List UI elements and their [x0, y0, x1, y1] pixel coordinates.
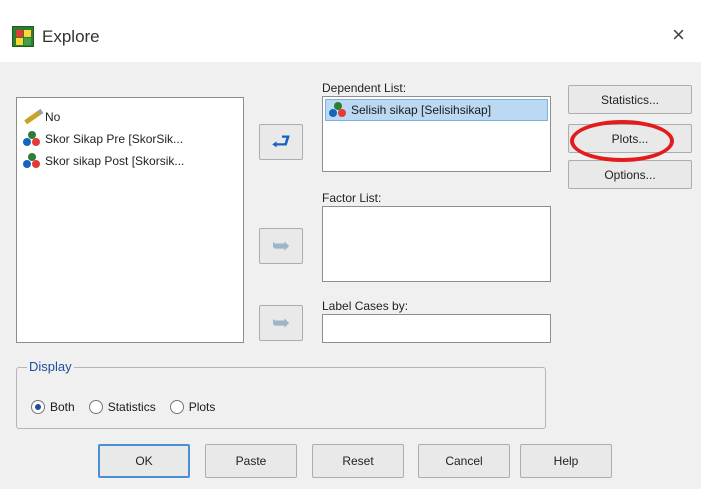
explore-dialog: Explore × No Skor Sikap Pre [SkorSik... … [0, 0, 701, 489]
arrow-right-icon: ➥ [271, 310, 291, 335]
arrow-right-icon: ➥ [271, 233, 291, 258]
variable-label: No [45, 110, 61, 124]
label-cases-label: Label Cases by: [322, 299, 409, 313]
list-item[interactable]: No [17, 106, 243, 128]
display-group-title: Display [27, 359, 74, 374]
variable-label: Skor sikap Post [Skorsik... [45, 154, 185, 168]
arrow-left-icon: ⮐ [271, 129, 291, 154]
scale-icon [329, 102, 347, 118]
display-options: Both Statistics Plots [31, 400, 229, 414]
radio-plots[interactable]: Plots [169, 400, 216, 414]
move-label-button[interactable]: ➥ [259, 305, 303, 341]
label-cases-field[interactable] [322, 314, 551, 343]
radio-button[interactable] [31, 400, 45, 414]
options-button[interactable]: Options... [568, 160, 692, 189]
list-item[interactable]: Skor Sikap Pre [SkorSik... [17, 128, 243, 150]
factor-list-label: Factor List: [322, 191, 382, 205]
paste-button[interactable]: Paste [205, 444, 297, 478]
factor-list[interactable] [322, 206, 551, 282]
window-title: Explore [42, 27, 100, 46]
move-factor-button[interactable]: ➥ [259, 228, 303, 264]
spss-app-icon [12, 26, 34, 47]
variable-label: Skor Sikap Pre [SkorSik... [45, 132, 184, 146]
radio-both[interactable]: Both [31, 400, 75, 414]
ok-button[interactable]: OK [98, 444, 190, 478]
plots-button[interactable]: Plots... [568, 124, 692, 153]
scale-icon [23, 131, 41, 147]
radio-label: Both [50, 400, 75, 414]
dependent-variable-label: Selisih sikap [Selisihsikap] [351, 103, 492, 117]
radio-label: Plots [188, 400, 216, 414]
pencil-icon [23, 109, 41, 125]
list-item[interactable]: Skor sikap Post [Skorsik... [17, 150, 243, 172]
variable-list[interactable]: No Skor Sikap Pre [SkorSik... Skor sikap… [16, 97, 244, 343]
radio-button[interactable] [169, 400, 184, 414]
move-dependent-button[interactable]: ⮐ [259, 124, 303, 160]
dependent-list[interactable]: Selisih sikap [Selisihsikap] [322, 96, 551, 172]
radio-button[interactable] [88, 400, 103, 414]
reset-button[interactable]: Reset [312, 444, 404, 478]
title-bar: Explore × [0, 0, 701, 62]
radio-statistics[interactable]: Statistics [88, 400, 156, 414]
scale-icon [23, 153, 41, 169]
display-group: Display Both Statistics Plots [16, 359, 546, 429]
help-button[interactable]: Help [520, 444, 612, 478]
dialog-body: No Skor Sikap Pre [SkorSik... Skor sikap… [0, 62, 701, 489]
list-item[interactable]: Selisih sikap [Selisihsikap] [325, 99, 548, 121]
close-icon[interactable]: × [672, 22, 685, 48]
radio-label: Statistics [107, 400, 156, 414]
statistics-button[interactable]: Statistics... [568, 85, 692, 114]
cancel-button[interactable]: Cancel [418, 444, 510, 478]
dependent-list-label: Dependent List: [322, 81, 407, 95]
